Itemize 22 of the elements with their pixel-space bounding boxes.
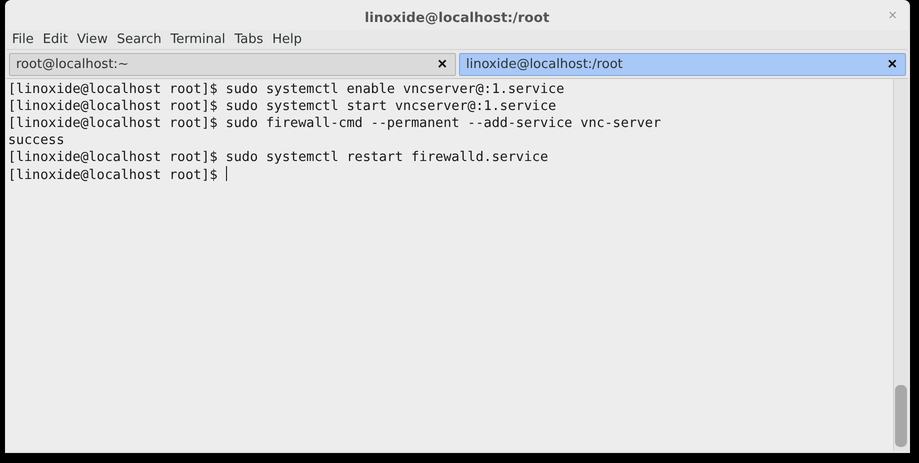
tab-close-button[interactable]: × — [886, 56, 899, 72]
scrollbar[interactable] — [893, 79, 908, 451]
menu-item[interactable]: Help — [269, 32, 306, 47]
menu-item[interactable]: Terminal — [167, 32, 230, 47]
terminal-line: [linoxide@localhost root]$ sudo systemctl restart firewalld.service — [8, 149, 550, 166]
menu-item[interactable]: Edit — [40, 32, 72, 47]
terminal-line: [linoxide@localhost root]$ sudo systemctl start vncserver@:1.service — [8, 98, 558, 115]
menu-item[interactable]: Search — [114, 32, 166, 47]
tab-label[interactable]: root@localhost:~ — [16, 57, 129, 72]
menu-item[interactable]: View — [74, 32, 112, 47]
terminal-line: [linoxide@localhost root]$ sudo systemctl enable vncserver@:1.service — [8, 81, 566, 98]
tab[interactable]: root@localhost:~ × — [9, 53, 456, 76]
terminal-line: success — [8, 132, 66, 149]
tab-close-button[interactable]: × — [436, 56, 449, 72]
window-title: linoxide@localhost:/root — [364, 10, 550, 26]
terminal-line: [linoxide@localhost root]$ sudo firewall-cmd --permanent --add-service vnc-server — [8, 115, 662, 132]
tab[interactable]: linoxide@localhost:/root × — [459, 53, 906, 76]
terminal-line: [linoxide@localhost root]$ — [8, 166, 893, 184]
tab-label[interactable]: linoxide@localhost:/root — [466, 57, 623, 72]
scrollbar-thumb[interactable] — [895, 385, 907, 447]
menu-item[interactable]: File — [9, 32, 38, 47]
menu-item[interactable]: Tabs — [231, 32, 268, 47]
